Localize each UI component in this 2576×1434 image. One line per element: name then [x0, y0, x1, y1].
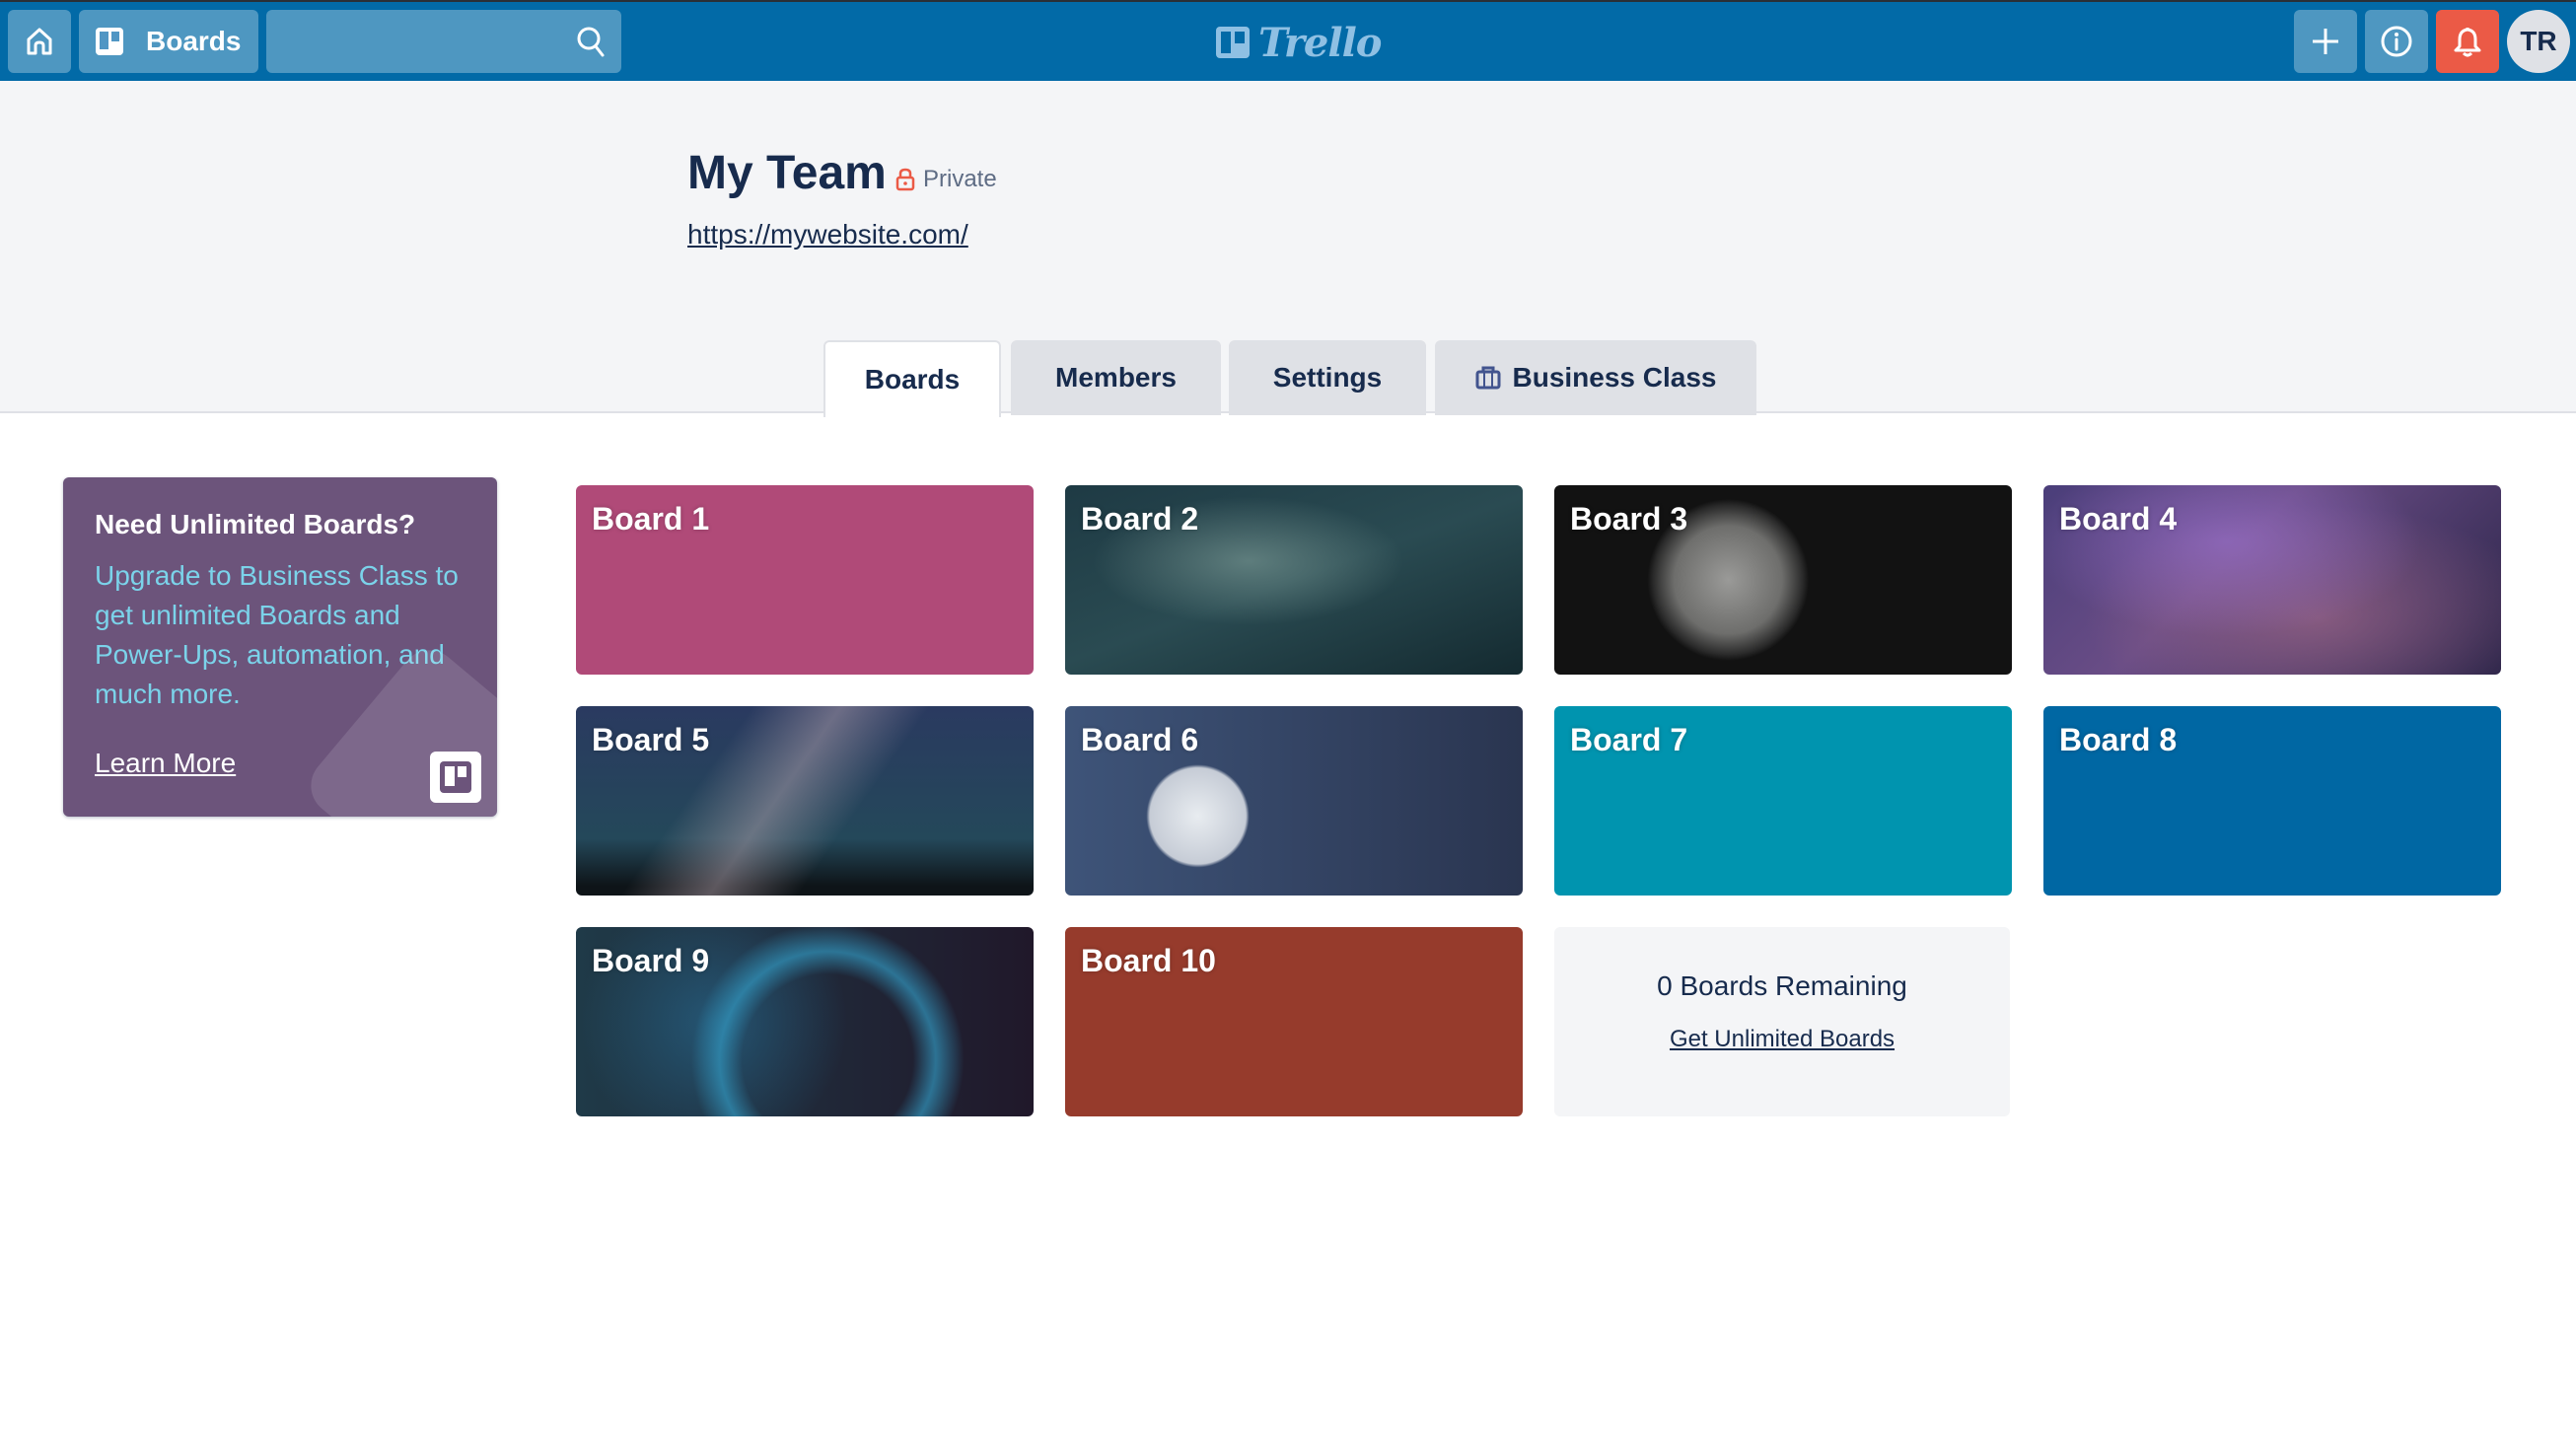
tab-settings[interactable]: Settings [1229, 340, 1426, 415]
board-icon [96, 28, 123, 55]
boards-remaining-card: 0 Boards Remaining Get Unlimited Boards [1554, 927, 2010, 1116]
home-button[interactable] [8, 10, 71, 73]
board-tile[interactable]: Board 9 [576, 927, 1034, 1116]
privacy-label: Private [923, 166, 997, 192]
board-title: Board 10 [1081, 943, 1216, 978]
user-avatar[interactable]: TR [2507, 10, 2570, 73]
tab-members[interactable]: Members [1011, 340, 1221, 415]
trello-mini-logo-icon [430, 752, 481, 803]
board-tile[interactable]: Board 1 [576, 485, 1034, 675]
board-tile[interactable]: Board 2 [1065, 485, 1523, 675]
top-navigation-bar: Boards Trello TR [0, 0, 2576, 81]
boards-remaining-count: 0 Boards Remaining [1657, 970, 1907, 1001]
trello-logo-text: Trello [1258, 19, 1382, 66]
board-title: Board 1 [592, 501, 710, 537]
home-icon [27, 28, 52, 55]
board-tile[interactable]: Board 10 [1065, 927, 1523, 1116]
board-title: Board 8 [2059, 722, 2178, 757]
board-tile[interactable]: Board 7 [1554, 706, 2012, 896]
trello-logo-icon [1216, 27, 1250, 58]
tab-boards[interactable]: Boards [823, 340, 1001, 417]
trello-logo[interactable]: Trello [1215, 16, 1382, 69]
board-tile[interactable]: Board 3 [1554, 485, 2012, 675]
boards-button-label: Boards [146, 26, 242, 56]
bell-icon [2454, 28, 2481, 57]
lock-icon [895, 168, 915, 191]
board-tile[interactable]: Board 5 [576, 706, 1034, 896]
board-tile[interactable]: Board 4 [2043, 485, 2501, 675]
board-title: Board 9 [592, 943, 710, 978]
info-icon [2381, 26, 2412, 57]
board-title: Board 6 [1081, 722, 1199, 757]
briefcase-icon [1475, 366, 1500, 390]
get-unlimited-boards-link[interactable]: Get Unlimited Boards [1554, 1026, 2010, 1053]
team-header: My Team Private https://mywebsite.com/ B… [0, 81, 2576, 417]
board-title: Board 2 [1081, 501, 1199, 537]
board-title: Board 3 [1570, 501, 1688, 537]
board-title: Board 4 [2059, 501, 2178, 537]
search-input[interactable] [266, 10, 621, 73]
privacy-indicator[interactable]: Private [895, 166, 997, 193]
board-tile[interactable]: Board 8 [2043, 706, 2501, 896]
board-title: Board 5 [592, 722, 710, 757]
create-button[interactable] [2294, 10, 2357, 73]
plus-icon [2313, 29, 2338, 54]
search-box[interactable] [266, 10, 621, 73]
learn-more-link[interactable]: Learn More [95, 748, 236, 779]
info-button[interactable] [2365, 10, 2428, 73]
tab-business-class-label: Business Class [1512, 362, 1717, 393]
team-website-link[interactable]: https://mywebsite.com/ [687, 219, 968, 251]
search-icon [577, 27, 605, 57]
team-name: My Team [687, 147, 887, 199]
board-tile[interactable]: Board 6 [1065, 706, 1523, 896]
team-tabs: Boards Members Settings Business Class [0, 340, 2576, 417]
boards-button[interactable]: Boards [79, 10, 258, 73]
notifications-button[interactable] [2436, 10, 2499, 73]
upgrade-title: Need Unlimited Boards? [95, 509, 416, 539]
upgrade-promo-card: Need Unlimited Boards? Upgrade to Busine… [63, 477, 497, 817]
tab-business-class[interactable]: Business Class [1435, 340, 1756, 415]
board-title: Board 7 [1570, 722, 1688, 757]
